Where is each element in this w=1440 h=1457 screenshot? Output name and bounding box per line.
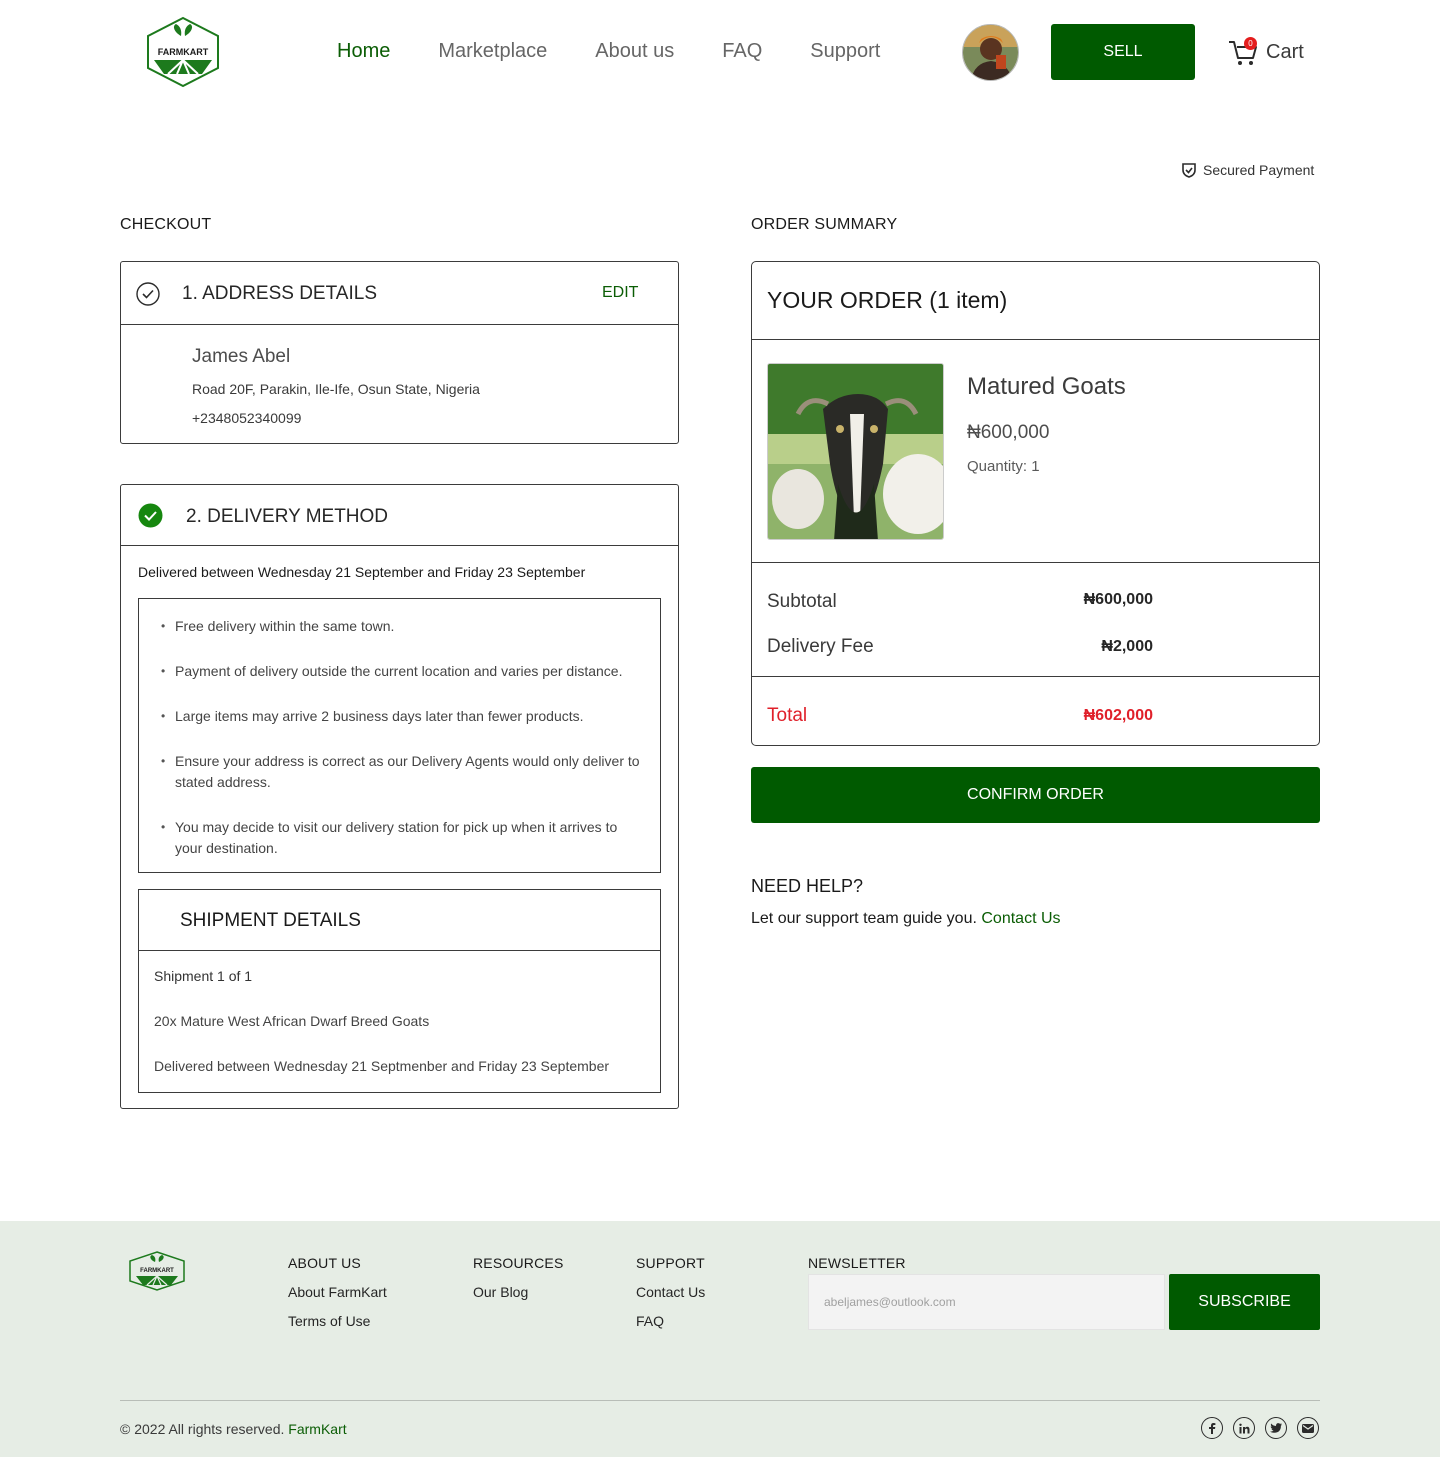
delivery-note: Free delivery within the same town. — [161, 616, 641, 637]
need-help-message: Let our support team guide you. — [751, 910, 977, 927]
nav-about-us[interactable]: About us — [595, 40, 674, 63]
product-price: ₦600,000 — [967, 422, 1050, 443]
delivery-window: Delivered between Wednesday 21 September… — [138, 564, 586, 580]
footer-about-heading: ABOUT US — [288, 1255, 361, 1271]
copyright-brand-link[interactable]: FarmKart — [288, 1421, 346, 1437]
footer-divider — [120, 1400, 1320, 1401]
secured-payment-note: Secured Payment — [1181, 162, 1314, 178]
facebook-icon[interactable] — [1201, 1417, 1223, 1439]
cart-label: Cart — [1266, 40, 1304, 63]
secured-payment-label: Secured Payment — [1203, 162, 1315, 178]
address-details-header: 1. ADDRESS DETAILS EDIT — [121, 262, 678, 325]
farmkart-logo[interactable]: FARMKART — [144, 16, 222, 88]
nav-home[interactable]: Home — [337, 40, 390, 63]
footer-link-terms[interactable]: Terms of Use — [288, 1313, 387, 1329]
twitter-icon[interactable] — [1265, 1417, 1287, 1439]
subscribe-button[interactable]: SUBSCRIBE — [1169, 1274, 1320, 1330]
shipment-count: Shipment 1 of 1 — [154, 968, 253, 984]
subtotal-value: ₦600,000 — [1083, 591, 1153, 608]
check-filled-icon — [138, 503, 163, 528]
address-step-title: 1. ADDRESS DETAILS — [182, 283, 377, 304]
check-circle-icon — [136, 282, 160, 306]
shipment-window: Delivered between Wednesday 21 Septmenbe… — [154, 1058, 610, 1074]
shield-check-icon — [1182, 163, 1196, 178]
site-footer: FARMKART ABOUT US About FarmKart Terms o… — [0, 1221, 1440, 1457]
footer-link-contact[interactable]: Contact Us — [636, 1284, 705, 1300]
delivery-note: You may decide to visit our delivery sta… — [161, 817, 641, 859]
user-avatar[interactable] — [962, 24, 1019, 81]
delivery-method-header: 2. DELIVERY METHOD — [121, 485, 678, 546]
edit-address-link[interactable]: EDIT — [602, 284, 638, 302]
total-label: Total — [767, 705, 808, 726]
linkedin-icon[interactable] — [1233, 1417, 1255, 1439]
shipment-details-title: SHIPMENT DETAILS — [180, 910, 361, 931]
delivery-note: Large items may arrive 2 business days l… — [161, 706, 641, 727]
nav-support[interactable]: Support — [810, 40, 880, 63]
social-links — [1201, 1417, 1319, 1439]
divider — [752, 339, 1319, 340]
product-quantity: Quantity: 1 — [967, 458, 1040, 475]
copyright-text: © 2022 All rights reserved. — [120, 1421, 285, 1437]
delivery-notes-box: Free delivery within the same town. Paym… — [138, 598, 661, 873]
confirm-order-button[interactable]: CONFIRM ORDER — [751, 767, 1320, 823]
delivery-step-title: 2. DELIVERY METHOD — [186, 506, 389, 527]
contact-us-link[interactable]: Contact Us — [981, 910, 1060, 927]
customer-phone: +2348052340099 — [192, 410, 302, 426]
address-details-card: 1. ADDRESS DETAILS EDIT James Abel Road … — [120, 261, 679, 444]
delivery-note: Ensure your address is correct as our De… — [161, 751, 641, 793]
nav-faq[interactable]: FAQ — [722, 40, 762, 63]
cart-count-badge: 0 — [1244, 37, 1257, 50]
footer-resources-heading: RESOURCES — [473, 1255, 564, 1271]
footer-support-column: SUPPORT Contact Us FAQ — [636, 1255, 705, 1342]
delivery-note: Payment of delivery outside the current … — [161, 661, 641, 682]
footer-logo[interactable]: FARMKART — [128, 1251, 186, 1291]
email-icon[interactable] — [1297, 1417, 1319, 1439]
product-name: Matured Goats — [967, 373, 1126, 400]
need-help-text: Let our support team guide you. Contact … — [751, 910, 1061, 928]
site-header: FARMKART Home Marketplace About us FAQ S… — [0, 0, 1440, 106]
shipment-details-box: SHIPMENT DETAILS Shipment 1 of 1 20x Mat… — [138, 889, 661, 1093]
cart-icon: 0 — [1227, 36, 1259, 68]
footer-resources-column: RESOURCES Our Blog — [473, 1255, 563, 1313]
customer-name: James Abel — [192, 346, 291, 367]
customer-address: Road 20F, Parakin, Ile-Ife, Osun State, … — [192, 381, 480, 397]
your-order-title: YOUR ORDER (1 item) — [767, 287, 1008, 313]
delivery-method-card: 2. DELIVERY METHOD Delivered between Wed… — [120, 484, 679, 1109]
product-image[interactable] — [767, 363, 944, 540]
subtotal-label: Subtotal — [767, 591, 837, 612]
main-nav: Home Marketplace About us FAQ Support — [337, 40, 928, 63]
copyright: © 2022 All rights reserved. FarmKart — [120, 1421, 347, 1437]
divider — [752, 562, 1319, 563]
footer-about-column: ABOUT US About FarmKart Terms of Use — [288, 1255, 387, 1342]
footer-link-blog[interactable]: Our Blog — [473, 1284, 563, 1300]
shipment-item: 20x Mature West African Dwarf Breed Goat… — [154, 1013, 430, 1029]
need-help-title: NEED HELP? — [751, 876, 864, 896]
cart-button[interactable]: 0 Cart — [1227, 36, 1304, 68]
total-value: ₦602,000 — [1083, 707, 1153, 724]
shipment-details-header: SHIPMENT DETAILS — [139, 890, 660, 951]
svg-text:FARMKART: FARMKART — [140, 1268, 174, 1274]
divider — [752, 676, 1319, 677]
delivery-fee-label: Delivery Fee — [767, 636, 874, 657]
footer-support-heading: SUPPORT — [636, 1255, 705, 1271]
svg-text:FARMKART: FARMKART — [158, 47, 209, 57]
checkout-title: CHECKOUT — [120, 216, 212, 233]
footer-link-about-farmkart[interactable]: About FarmKart — [288, 1284, 387, 1300]
order-summary-card: YOUR ORDER (1 item) Matured Goats ₦600,0… — [751, 261, 1320, 746]
delivery-fee-value: ₦2,000 — [1101, 638, 1153, 655]
order-summary-title: ORDER SUMMARY — [751, 216, 898, 233]
footer-newsletter-heading: NEWSLETTER — [808, 1255, 906, 1271]
sell-button[interactable]: SELL — [1051, 24, 1195, 80]
nav-marketplace[interactable]: Marketplace — [438, 40, 547, 63]
footer-link-faq[interactable]: FAQ — [636, 1313, 705, 1329]
newsletter-email-input[interactable] — [808, 1274, 1165, 1330]
